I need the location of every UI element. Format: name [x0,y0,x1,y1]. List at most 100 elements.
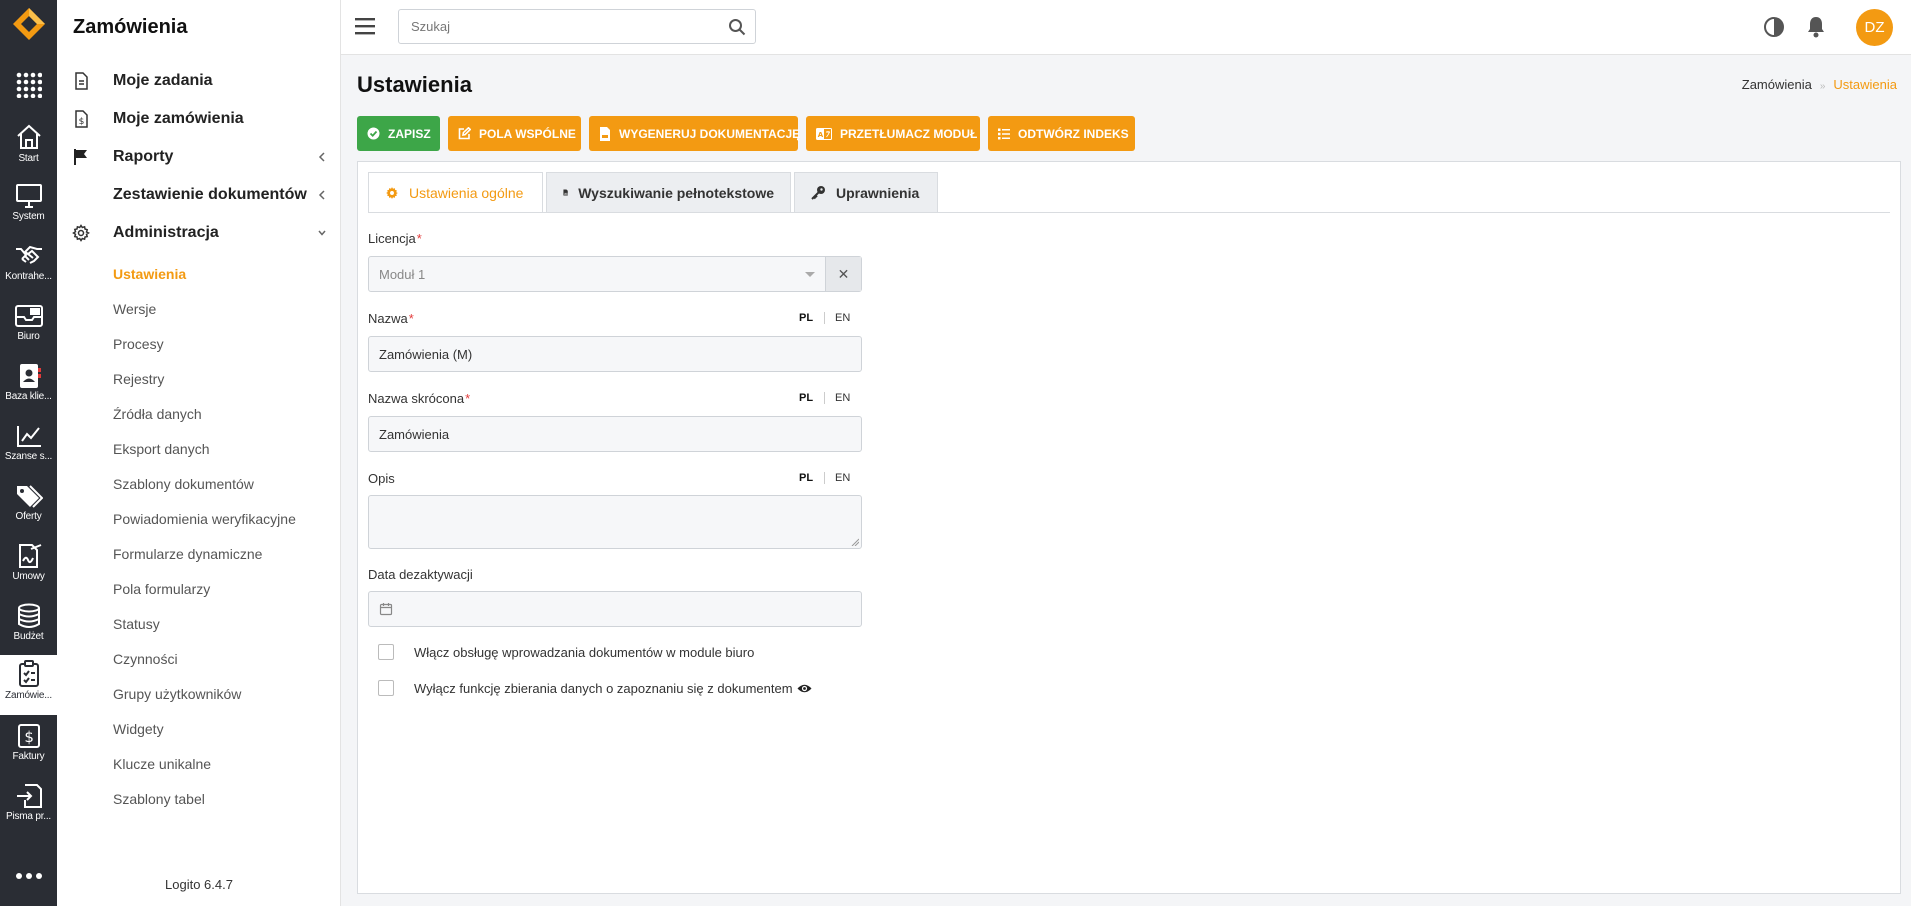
license-select[interactable]: Moduł 1 ✕ [368,256,862,292]
database-icon [17,603,40,628]
tab-fulltext-search[interactable]: PDF Wyszukiwanie pełnotekstowe [546,172,791,212]
menu-item-zestawienie-dokumentow[interactable]: Zestawienie dokumentów [57,177,341,215]
subitem-klucze-unikalne[interactable]: Klucze unikalne [113,756,211,772]
required-marker: * [408,311,414,326]
office-documents-checkbox[interactable] [378,644,394,660]
menu-item-moje-zamowienia[interactable]: $ Moje zamówienia [57,101,341,139]
short-name-field-value: Zamówienia [379,427,450,442]
flag-icon [74,149,87,165]
name-lang-en[interactable]: EN [835,312,850,324]
description-lang-pl[interactable]: PL [799,472,813,484]
logito-logo-icon[interactable] [11,6,47,42]
home-icon [16,124,41,149]
menu-item-label: Raporty [113,148,174,165]
deactivation-date-label: Data dezaktywacji [368,567,473,582]
rail-item-oferty[interactable]: Oferty [0,478,57,534]
subitem-czynnosci[interactable]: Czynności [113,651,178,667]
subitem-wersje[interactable]: Wersje [113,301,156,317]
rail-item-budzet[interactable]: Budżet [0,598,57,654]
tab-label: Wyszukiwanie pełnotekstowe [578,184,774,201]
eye-icon[interactable] [797,683,812,694]
short-name-label-text: Nazwa skrócona [368,391,465,406]
rail-item-pisma-przychodzace[interactable]: Pisma pr... [0,778,57,834]
subitem-szablony-dokumentow[interactable]: Szablony dokumentów [113,476,254,492]
subitem-grupy-uzytkownikow[interactable]: Grupy użytkowników [113,686,241,702]
rail-item-system[interactable]: System [0,178,57,234]
bell-notification-icon[interactable] [1806,16,1826,38]
subitem-pola-formularzy[interactable]: Pola formularzy [113,581,210,597]
search-icon[interactable] [728,18,746,36]
rebuild-index-button[interactable]: ODTWÓRZ INDEKS [988,116,1135,151]
subitem-powiadomienia-weryfikacyjne[interactable]: Powiadomienia weryfikacyjne [113,511,296,527]
save-button[interactable]: ZAPISZ [357,116,440,151]
resize-grip-icon[interactable] [851,538,859,546]
subitem-eksport-danych[interactable]: Eksport danych [113,441,210,457]
short-name-field[interactable]: Zamówienia [368,416,862,452]
rail-item-start[interactable]: Start [0,118,57,174]
rail-item-zamowienia[interactable]: Zamówie... [0,655,57,715]
generate-documentation-button[interactable]: WYGENERUJ DOKUMENTACJĘ [589,116,800,151]
common-fields-button[interactable]: POLA WSPÓLNE [448,116,581,151]
subitem-zrodla-danych[interactable]: Źródła danych [113,406,202,422]
rail-item-baza-klientow[interactable]: Baza klie... [0,358,57,414]
button-label: POLA WSPÓLNE [479,126,576,141]
subitem-widgety[interactable]: Widgety [113,721,164,737]
rail-item-label: Oferty [15,511,42,522]
clear-selection-button[interactable]: ✕ [825,257,861,291]
subitem-szablony-tabel[interactable]: Szablony tabel [113,791,205,807]
more-dots-icon[interactable] [14,868,44,884]
sign-in-icon [16,784,42,808]
mail-tray-icon [14,305,43,327]
tags-icon [16,485,43,508]
subitem-statusy[interactable]: Statusy [113,616,160,632]
menu-item-raporty[interactable]: Raporty [57,139,341,177]
subitem-rejestry[interactable]: Rejestry [113,371,164,387]
name-lang-pl[interactable]: PL [799,312,813,324]
deactivation-date-field[interactable] [368,591,862,627]
contrast-theme-icon[interactable] [1763,16,1785,38]
license-label-text: Licencja [368,231,416,246]
tab-label: Uprawnienia [836,184,920,201]
short-name-label: Nazwa skrócona* [368,391,470,406]
file-pdf-icon [600,126,610,141]
name-field[interactable]: Zamówienia (M) [368,336,862,372]
subitem-ustawienia[interactable]: Ustawienia [113,266,186,282]
top-bar: DZ [341,0,1911,55]
tab-general-settings[interactable]: Ustawienia ogólne [368,172,543,213]
breadcrumb-item-zamowienia[interactable]: Zamówienia [1742,77,1812,92]
hamburger-menu-icon[interactable] [355,17,375,35]
menu-item-moje-zadania[interactable]: Moje zadania [57,63,341,101]
translate-module-button[interactable]: A PRZETŁUMACZ MODUŁ [806,116,980,151]
calendar-icon [379,603,393,616]
button-label: ODTWÓRZ INDEKS [1018,126,1129,141]
menu-item-administracja[interactable]: Administracja [57,215,341,253]
short-name-lang-en[interactable]: EN [835,392,850,404]
rail-item-umowy[interactable]: Umowy [0,538,57,594]
disable-read-tracking-checkbox-row[interactable]: Wyłącz funkcję zbierania danych o zapozn… [378,680,812,696]
menu-item-label: Administracja [113,224,219,241]
user-avatar[interactable]: DZ [1856,9,1893,46]
apps-grid-icon[interactable] [16,72,42,98]
breadcrumb-item-current: Ustawienia [1833,77,1897,92]
subitem-formularze-dynamiczne[interactable]: Formularze dynamiczne [113,546,262,562]
rail-item-faktury[interactable]: $ Faktury [0,718,57,774]
disable-read-tracking-checkbox[interactable] [378,680,394,696]
button-label: ZAPISZ [388,126,431,141]
license-select-value: Moduł 1 [379,267,426,282]
description-label: Opis [368,471,395,486]
rail-item-szanse-sprzedazy[interactable]: Szanse s... [0,418,57,474]
rail-item-biuro[interactable]: Biuro [0,298,57,354]
office-documents-checkbox-row[interactable]: Włącz obsługę wprowadzania dokumentów w … [378,644,754,660]
short-name-lang-pl[interactable]: PL [799,392,813,404]
search-input[interactable] [409,18,713,35]
description-textarea[interactable] [368,495,862,549]
description-lang-en[interactable]: EN [835,472,850,484]
tab-permissions[interactable]: Uprawnienia [794,172,938,212]
rail-item-kontrahenci[interactable]: Kontrahe... [0,238,57,294]
rail-item-label: Zamówie... [5,690,52,701]
breadcrumb-separator-icon: » [1819,81,1826,92]
subitem-procesy[interactable]: Procesy [113,336,164,352]
rail-item-label: Biuro [17,331,40,342]
monitor-icon [15,184,42,208]
button-label: PRZETŁUMACZ MODUŁ [840,126,978,141]
